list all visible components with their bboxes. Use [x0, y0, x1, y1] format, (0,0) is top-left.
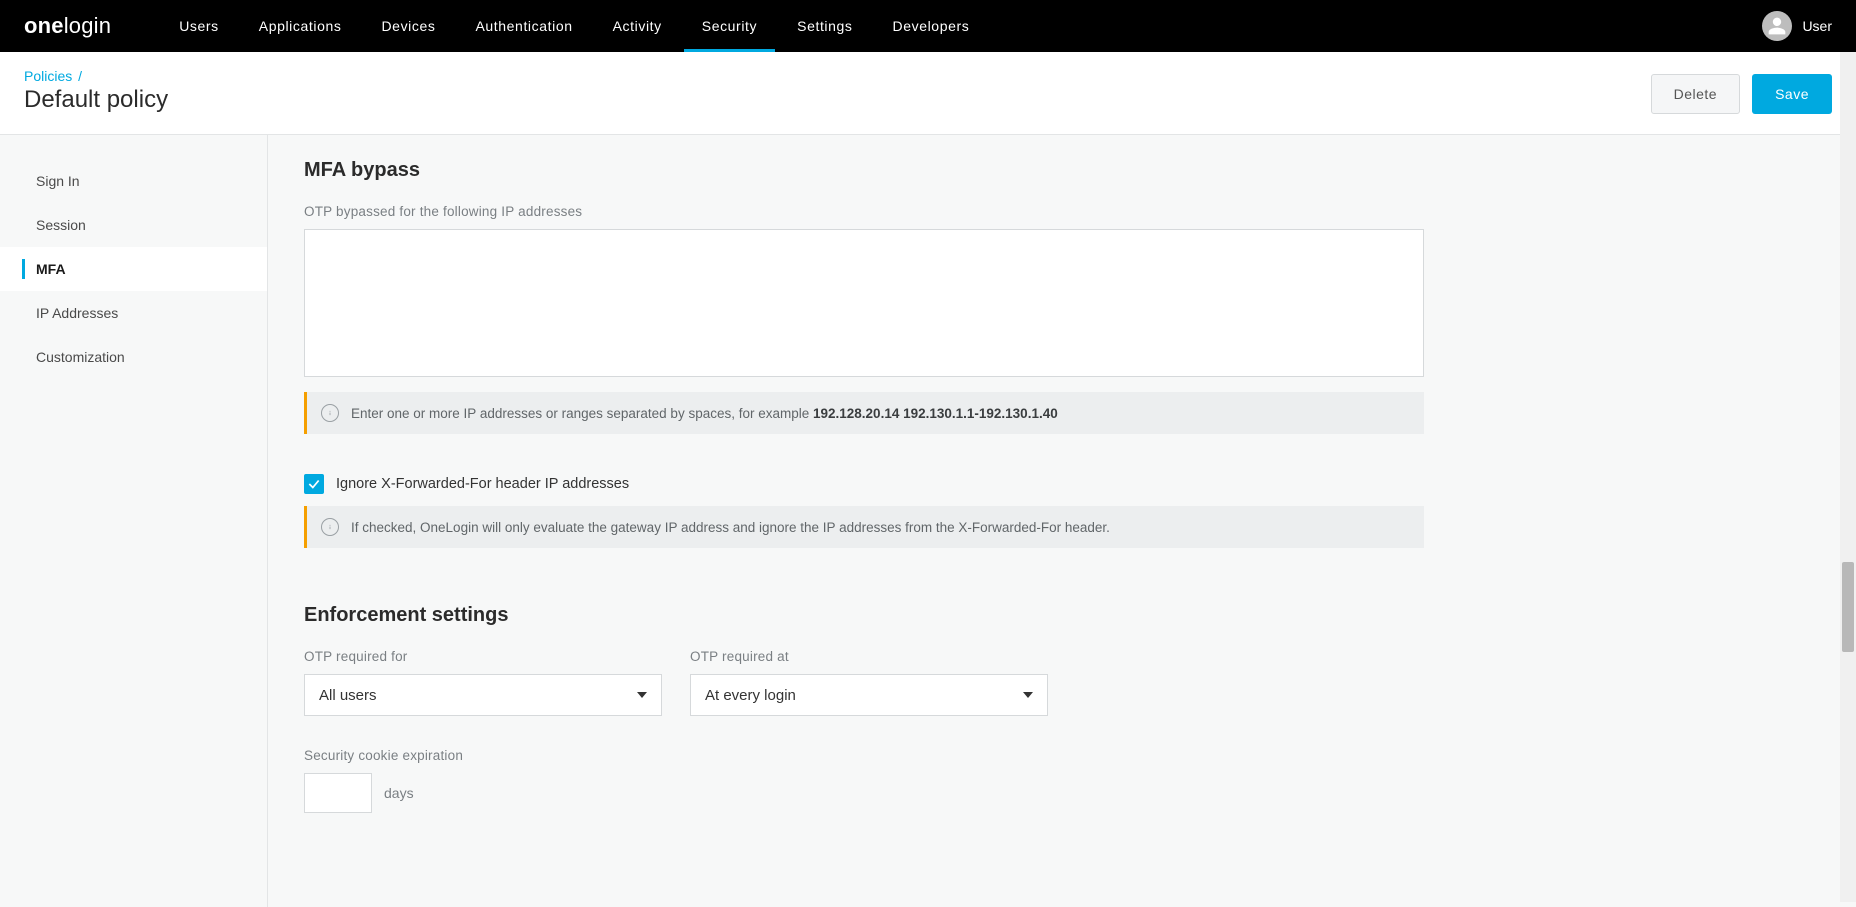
page-header: Policies / Default policy Delete Save: [0, 52, 1856, 135]
section-title-enforcement: Enforcement settings: [304, 604, 1732, 627]
label-otp-bypass-ips: OTP bypassed for the following IP addres…: [304, 204, 1732, 219]
select-otp-required-for[interactable]: All users: [304, 674, 662, 716]
user-name: User: [1802, 18, 1832, 34]
select-otp-required-at[interactable]: At every login: [690, 674, 1048, 716]
sidebar-item-ip-addresses[interactable]: IP Addresses: [0, 291, 267, 335]
sidebar-item-sign-in[interactable]: Sign In: [0, 159, 267, 203]
info-icon: [321, 404, 339, 422]
user-menu[interactable]: User: [1762, 11, 1832, 41]
label-otp-required-at: OTP required at: [690, 649, 1048, 664]
nav-item-applications[interactable]: Applications: [239, 0, 362, 52]
brand-part1: one: [24, 13, 64, 38]
nav-item-devices[interactable]: Devices: [361, 0, 455, 52]
content: MFA bypass OTP bypassed for the followin…: [268, 135, 1768, 907]
caret-down-icon: [637, 692, 647, 698]
nav-item-activity[interactable]: Activity: [593, 0, 682, 52]
input-cookie-expiration[interactable]: [304, 773, 372, 813]
sidebar-item-customization[interactable]: Customization: [0, 335, 267, 379]
avatar-icon: [1762, 11, 1792, 41]
page-title: Default policy: [24, 86, 1651, 114]
info-text-xff: If checked, OneLogin will only evaluate …: [351, 520, 1110, 535]
breadcrumb: Policies /: [24, 68, 1651, 84]
breadcrumb-sep: /: [76, 68, 84, 84]
label-ignore-xff: Ignore X-Forwarded-For header IP address…: [336, 476, 629, 492]
info-icon: [321, 518, 339, 536]
label-otp-required-for: OTP required for: [304, 649, 662, 664]
breadcrumb-policies-link[interactable]: Policies: [24, 68, 72, 84]
input-otp-bypass-ips[interactable]: [304, 229, 1424, 377]
sidebar-item-mfa[interactable]: MFA: [0, 247, 267, 291]
brand-logo: onelogin: [24, 13, 111, 39]
info-banner-ip-example: Enter one or more IP addresses or ranges…: [304, 392, 1424, 434]
delete-button[interactable]: Delete: [1651, 74, 1740, 114]
select-value: At every login: [705, 687, 796, 704]
nav-item-security[interactable]: Security: [682, 0, 777, 52]
nav-item-settings[interactable]: Settings: [777, 0, 872, 52]
nav-item-authentication[interactable]: Authentication: [455, 0, 592, 52]
brand-part2: login: [64, 13, 111, 38]
caret-down-icon: [1023, 692, 1033, 698]
nav-item-users[interactable]: Users: [159, 0, 239, 52]
sidebar: Sign In Session MFA IP Addresses Customi…: [0, 135, 268, 907]
scrollbar[interactable]: [1840, 52, 1856, 902]
save-button[interactable]: Save: [1752, 74, 1832, 114]
unit-days: days: [384, 785, 414, 801]
section-title-mfa-bypass: MFA bypass: [304, 159, 1732, 182]
checkbox-ignore-xff[interactable]: [304, 474, 324, 494]
scrollbar-thumb[interactable]: [1842, 562, 1854, 652]
info-banner-xff: If checked, OneLogin will only evaluate …: [304, 506, 1424, 548]
nav-items: Users Applications Devices Authenticatio…: [159, 0, 989, 52]
sidebar-item-session[interactable]: Session: [0, 203, 267, 247]
nav-item-developers[interactable]: Developers: [873, 0, 990, 52]
info-text: Enter one or more IP addresses or ranges…: [351, 406, 1058, 421]
select-value: All users: [319, 687, 377, 704]
top-nav: onelogin Users Applications Devices Auth…: [0, 0, 1856, 52]
label-cookie-expiration: Security cookie expiration: [304, 748, 1732, 763]
